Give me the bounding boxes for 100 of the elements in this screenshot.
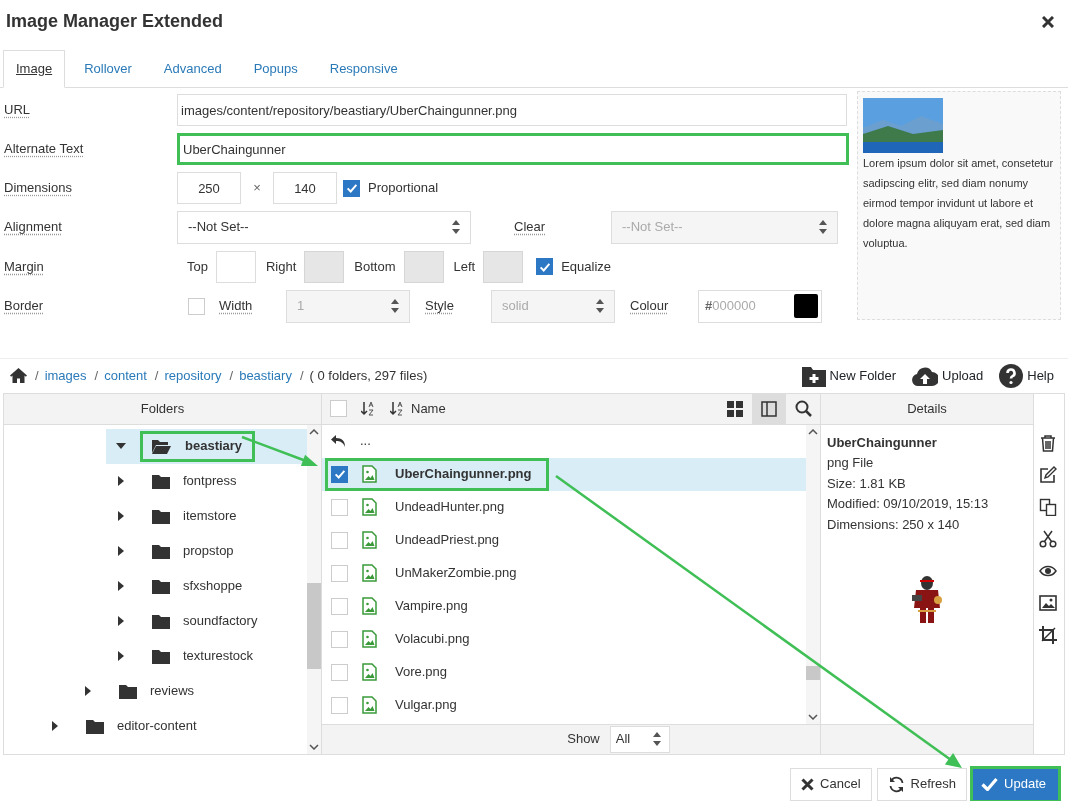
field-label: Bottom bbox=[354, 257, 396, 276]
folder-row[interactable]: editor-content bbox=[40, 708, 307, 744]
image-file-icon bbox=[362, 465, 377, 483]
checkbox[interactable] bbox=[536, 258, 554, 275]
file-name: UberChaingunner.png bbox=[395, 465, 532, 484]
caret-right-icon[interactable] bbox=[118, 476, 124, 486]
toolbar-button[interactable]: New Folder bbox=[801, 364, 897, 387]
file-row[interactable]: Vampire.png bbox=[322, 589, 806, 623]
view-toggle[interactable] bbox=[752, 393, 786, 424]
folder-summary: ( 0 folders, 297 files) bbox=[309, 366, 428, 385]
edit-icon[interactable] bbox=[1039, 465, 1057, 484]
breadcrumb-separator: / bbox=[35, 366, 39, 385]
scroll-up-icon[interactable] bbox=[309, 428, 319, 435]
checkbox[interactable] bbox=[331, 564, 348, 582]
scrollbar[interactable] bbox=[806, 424, 820, 724]
parent-folder-link[interactable]: ... bbox=[360, 431, 371, 451]
folder-row[interactable]: sfxshoppe bbox=[106, 568, 307, 604]
caret-down-icon[interactable] bbox=[116, 443, 126, 449]
search-icon[interactable] bbox=[794, 400, 812, 417]
checkbox[interactable] bbox=[330, 400, 347, 417]
checkbox[interactable] bbox=[331, 597, 348, 615]
checkbox[interactable] bbox=[331, 663, 348, 681]
url-field[interactable]: images/content/repository/beastiary/UberChaingunner.png bbox=[177, 94, 847, 126]
file-row[interactable]: UndeadHunter.png bbox=[322, 490, 806, 524]
checkbox[interactable] bbox=[331, 465, 348, 483]
caret-right-icon[interactable] bbox=[118, 546, 124, 556]
file-name: Volacubi.png bbox=[395, 630, 470, 649]
field-label: Alternate Text bbox=[4, 141, 84, 157]
folder-row[interactable]: beastiary bbox=[106, 428, 307, 464]
trash-icon[interactable] bbox=[1039, 433, 1057, 452]
tab[interactable]: Advanced bbox=[150, 50, 235, 88]
dialog-button[interactable]: Cancel bbox=[790, 767, 872, 801]
colour-swatch[interactable] bbox=[794, 294, 818, 318]
folder-row[interactable]: fontpress bbox=[106, 463, 307, 499]
breadcrumb-link[interactable]: repository bbox=[164, 365, 222, 386]
breadcrumb-link[interactable]: beastiary bbox=[239, 365, 292, 386]
file-row[interactable]: UberChaingunner.png bbox=[322, 457, 806, 491]
breadcrumb-link[interactable]: content bbox=[104, 365, 147, 386]
tab[interactable]: Popups bbox=[240, 50, 311, 88]
image-file-icon bbox=[362, 597, 377, 615]
scroll-down-icon[interactable] bbox=[808, 713, 818, 720]
checkbox[interactable] bbox=[343, 179, 360, 197]
image-icon[interactable] bbox=[1039, 593, 1057, 612]
file-row[interactable]: Vore.png bbox=[322, 655, 806, 689]
field-label: Right bbox=[265, 257, 297, 276]
file-row[interactable]: UnMakerZombie.png bbox=[322, 556, 806, 590]
width-field[interactable]: 250 bbox=[177, 172, 241, 204]
folder-row[interactable]: itemstore bbox=[106, 498, 307, 534]
alignment-select[interactable]: --Not Set-- bbox=[177, 210, 471, 244]
caret-right-icon[interactable] bbox=[118, 616, 124, 626]
checkbox[interactable] bbox=[331, 531, 348, 549]
upload-cloud-icon bbox=[912, 365, 939, 386]
scrollbar[interactable] bbox=[307, 424, 321, 754]
folder-icon bbox=[151, 507, 171, 525]
return-arrow-icon[interactable] bbox=[331, 434, 346, 448]
sort-icon[interactable] bbox=[390, 401, 403, 416]
caret-right-icon[interactable] bbox=[85, 686, 91, 696]
alternate-text-field[interactable]: UberChaingunner bbox=[177, 133, 849, 165]
scrollbar-thumb[interactable] bbox=[806, 666, 820, 680]
height-field[interactable]: 140 bbox=[273, 172, 337, 204]
file-name: UndeadHunter.png bbox=[395, 498, 505, 517]
close-icon[interactable] bbox=[1042, 16, 1054, 28]
folder-row[interactable]: propstop bbox=[106, 533, 307, 569]
caret-right-icon[interactable] bbox=[118, 511, 124, 521]
file-row[interactable]: Vulgar.png bbox=[322, 688, 806, 722]
scroll-up-icon[interactable] bbox=[808, 428, 818, 435]
crop-icon[interactable] bbox=[1039, 625, 1057, 644]
folder-row[interactable]: soundfactory bbox=[106, 603, 307, 639]
caret-right-icon[interactable] bbox=[52, 721, 58, 731]
show-select[interactable]: All bbox=[609, 725, 670, 753]
field-label: Left bbox=[453, 257, 476, 276]
breadcrumb-link[interactable]: images bbox=[44, 365, 87, 386]
file-row[interactable]: Volacubi.png bbox=[322, 622, 806, 656]
checkbox[interactable] bbox=[331, 498, 348, 516]
field-label: Style bbox=[425, 297, 455, 316]
toolbar-button[interactable]: Upload bbox=[912, 365, 984, 386]
toolbar-button[interactable]: Help bbox=[999, 363, 1054, 388]
sort-icon[interactable] bbox=[361, 401, 374, 416]
scissors-icon[interactable] bbox=[1039, 529, 1057, 548]
field-label: Alignment bbox=[4, 219, 62, 235]
file-row[interactable]: UndeadPriest.png bbox=[322, 523, 806, 557]
folder-row[interactable]: reviews bbox=[73, 673, 307, 709]
checkbox[interactable] bbox=[331, 630, 348, 648]
breadcrumb-separator: / bbox=[94, 366, 99, 385]
copy-icon[interactable] bbox=[1039, 497, 1057, 516]
tab[interactable]: Rollover bbox=[71, 50, 145, 88]
home-icon[interactable] bbox=[10, 368, 27, 383]
checkbox[interactable] bbox=[331, 696, 348, 714]
dialog-button[interactable]: Update bbox=[972, 767, 1059, 801]
folder-row[interactable]: texturestock bbox=[106, 638, 307, 674]
scrollbar-thumb[interactable] bbox=[307, 582, 321, 670]
tab[interactable]: Image bbox=[3, 50, 66, 88]
scroll-down-icon[interactable] bbox=[309, 743, 319, 750]
caret-right-icon[interactable] bbox=[118, 581, 124, 591]
folder-icon bbox=[118, 682, 138, 700]
tab[interactable]: Responsive bbox=[316, 50, 411, 88]
caret-right-icon[interactable] bbox=[118, 651, 124, 661]
margin-field[interactable] bbox=[215, 250, 256, 283]
list-view-icon bbox=[761, 400, 777, 417]
dialog-button[interactable]: Refresh bbox=[876, 767, 968, 801]
